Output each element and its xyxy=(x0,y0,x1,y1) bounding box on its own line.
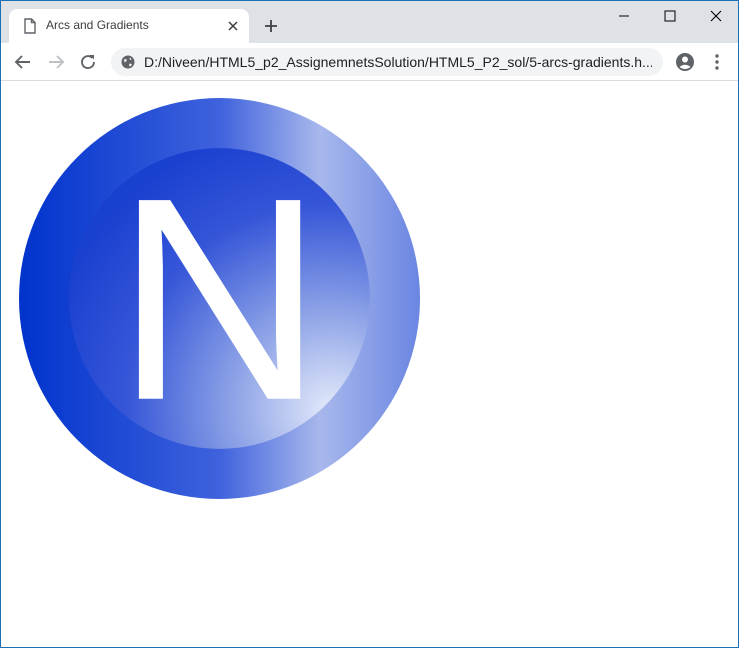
back-arrow-icon[interactable] xyxy=(12,51,34,73)
browser-tab[interactable]: Arcs and Gradients xyxy=(9,9,249,43)
tab-close-icon[interactable] xyxy=(226,19,240,33)
logo-letter: N xyxy=(115,139,324,461)
minimize-icon[interactable] xyxy=(601,1,647,31)
profile-avatar-icon[interactable] xyxy=(674,51,696,73)
browser-window: Arcs and Gradients D:/Niveen/HTML5_p2_As… xyxy=(0,0,739,648)
reload-icon[interactable] xyxy=(77,51,99,73)
address-url[interactable]: D:/Niveen/HTML5_p2_AssignemnetsSolution/… xyxy=(144,54,652,70)
forward-arrow-icon[interactable] xyxy=(45,51,67,73)
page-icon xyxy=(23,18,37,34)
close-window-icon[interactable] xyxy=(693,1,738,31)
address-bar[interactable]: D:/Niveen/HTML5_p2_AssignemnetsSolution/… xyxy=(111,48,663,76)
page-content: N xyxy=(1,81,738,647)
title-bar: Arcs and Gradients xyxy=(1,1,738,43)
new-tab-plus-icon[interactable] xyxy=(262,17,280,35)
file-globe-icon[interactable] xyxy=(121,55,135,69)
browser-toolbar: D:/Niveen/HTML5_p2_AssignemnetsSolution/… xyxy=(1,43,738,81)
gradient-logo-canvas: N xyxy=(19,98,420,499)
maximize-icon[interactable] xyxy=(647,1,693,31)
more-menu-icon[interactable] xyxy=(706,51,728,73)
tab-title: Arcs and Gradients xyxy=(46,18,149,32)
